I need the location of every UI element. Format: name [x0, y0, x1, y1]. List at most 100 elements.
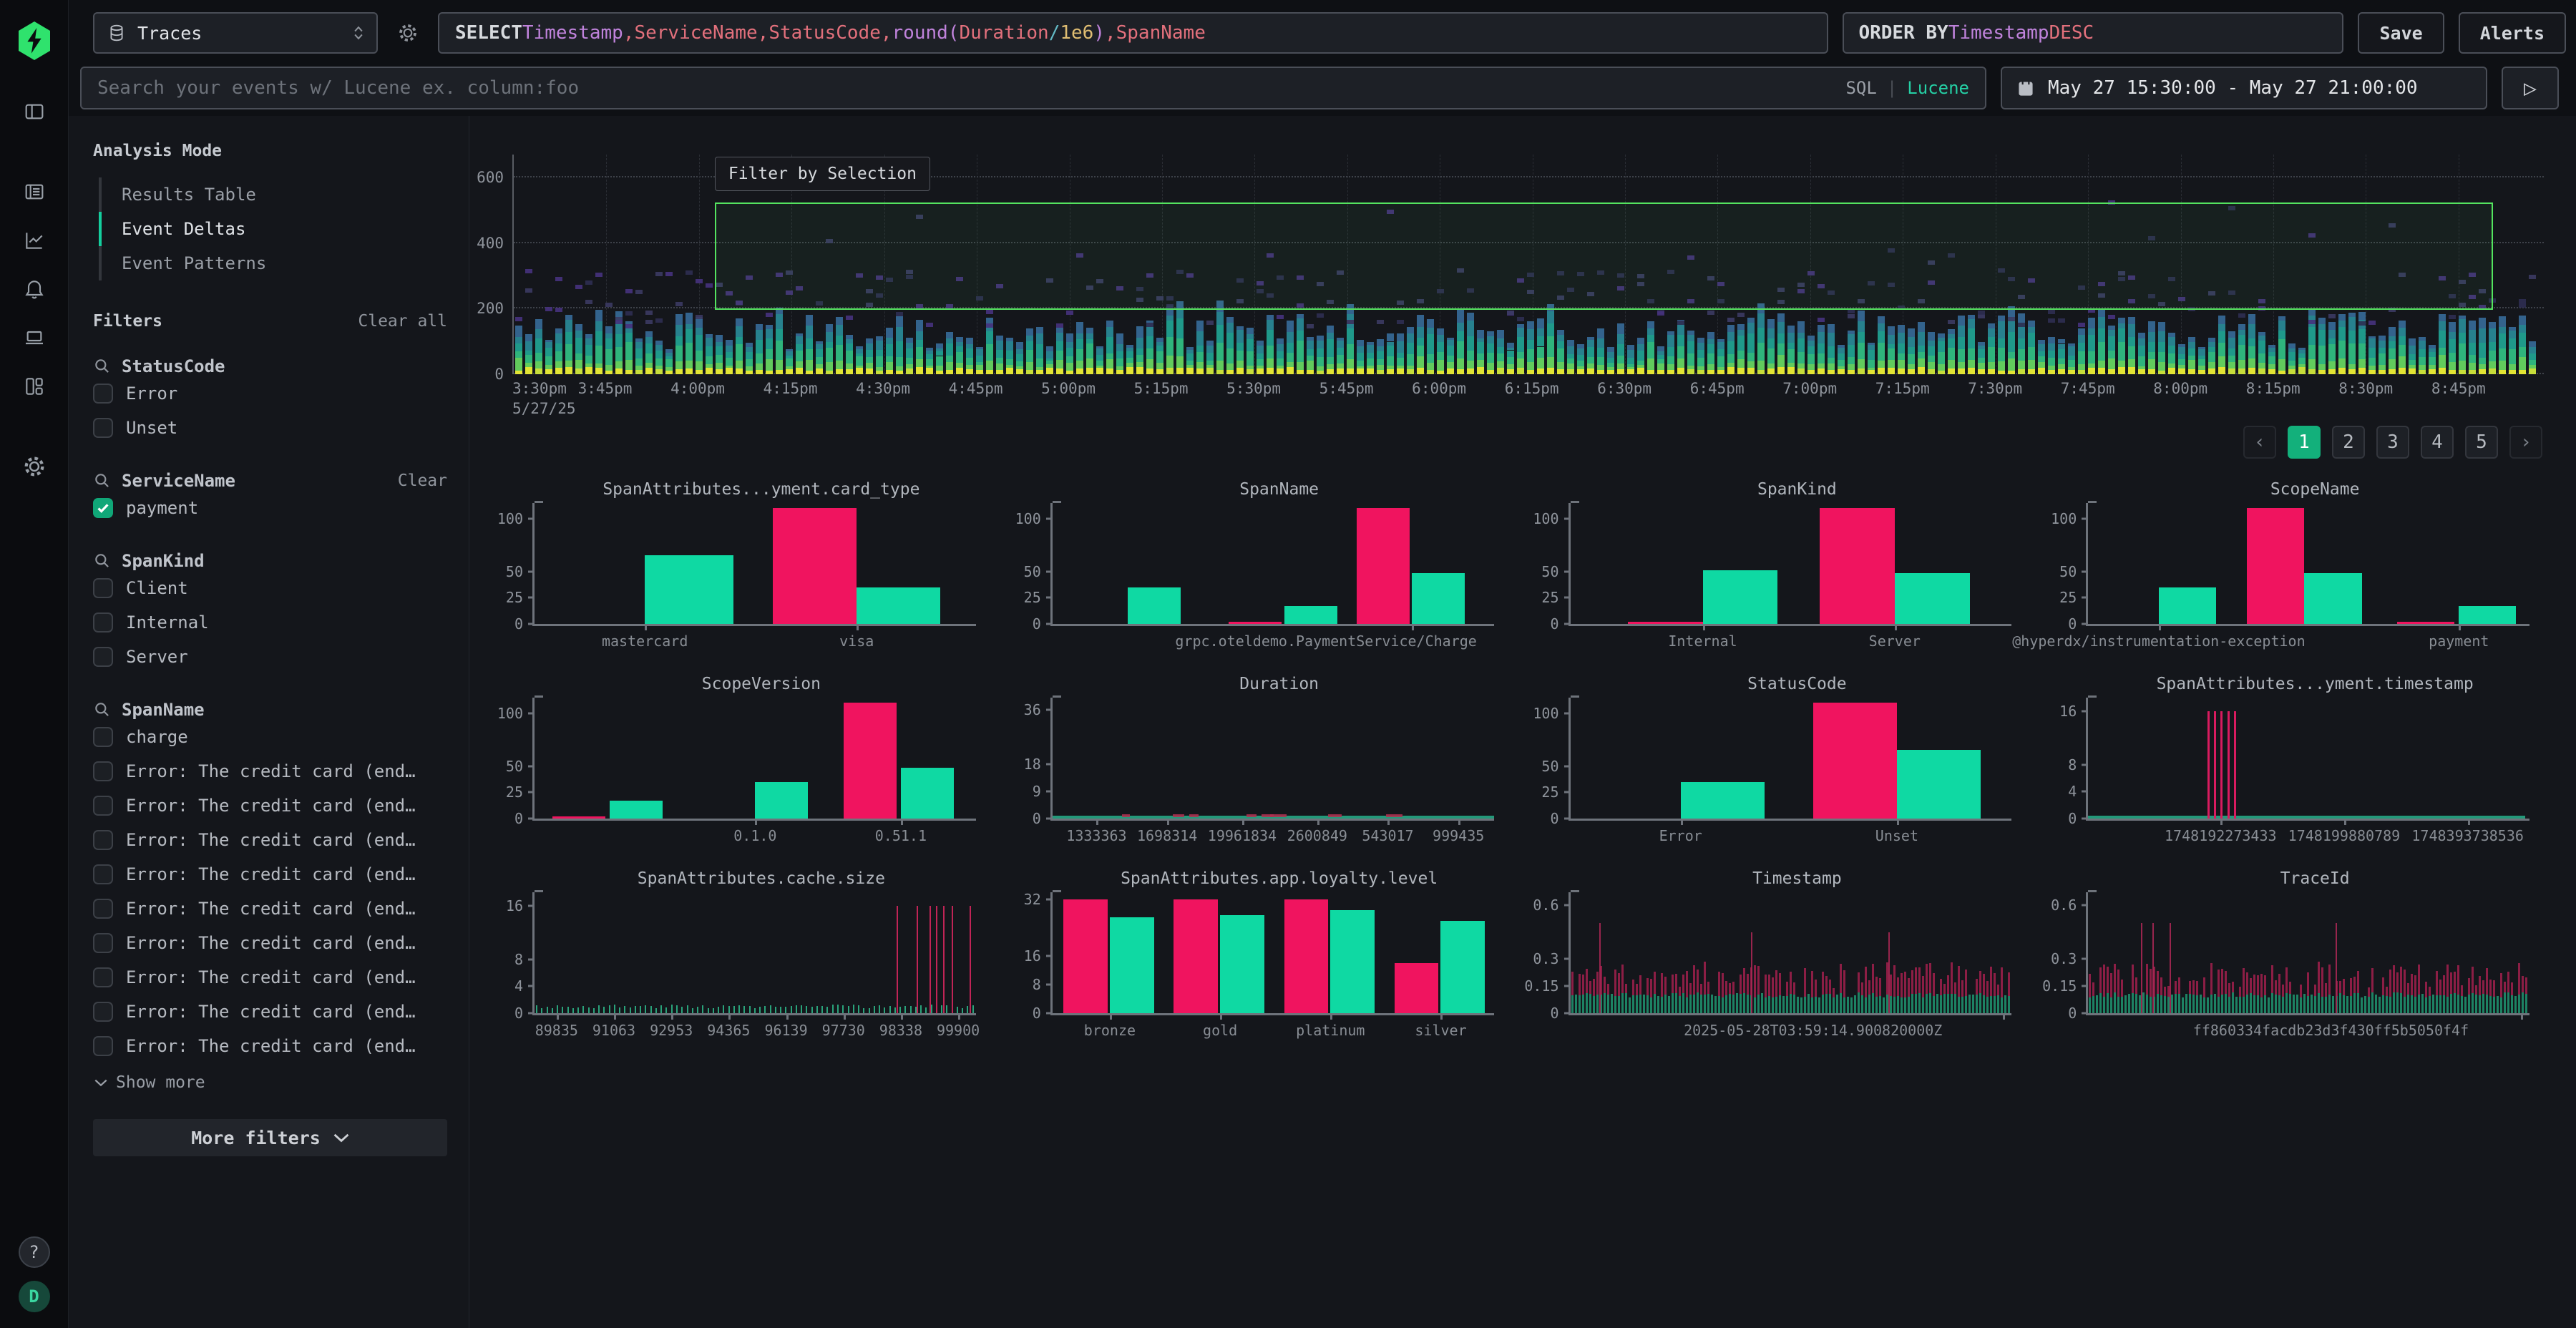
search-logs-icon[interactable] — [14, 172, 54, 212]
checkbox[interactable] — [93, 384, 113, 404]
clear-filter-link[interactable]: Clear — [398, 472, 447, 490]
y-tick — [2082, 623, 2088, 625]
filter-option[interactable]: Error — [93, 376, 454, 411]
app-logo-icon[interactable] — [14, 19, 55, 63]
checkbox[interactable] — [93, 967, 113, 987]
heatmap-canvas[interactable]: 0200400600Filter by Selection — [512, 155, 2544, 374]
pagination-page-2[interactable]: 2 — [2332, 426, 2365, 459]
filter-option[interactable]: Client — [93, 571, 454, 605]
checkbox[interactable] — [93, 418, 113, 438]
show-more-link[interactable]: Show more — [94, 1073, 454, 1092]
gen-mark — [2429, 996, 2431, 1013]
analysis-mode-item[interactable]: Event Patterns — [99, 246, 454, 280]
checkbox[interactable] — [93, 933, 113, 953]
dashboards-icon[interactable] — [14, 366, 54, 406]
heatmap-cell — [1116, 351, 1123, 358]
clear-all-filters-link[interactable]: Clear all — [358, 312, 447, 331]
checkbox[interactable] — [93, 761, 113, 781]
heatmap-cell — [806, 349, 813, 360]
checkbox[interactable] — [93, 578, 113, 598]
date-range-picker[interactable]: May 27 15:30:00 - May 27 21:00:00 — [2001, 67, 2487, 109]
selection-rectangle[interactable] — [715, 202, 2493, 310]
y-tick — [2082, 570, 2088, 572]
alerts-bell-icon[interactable] — [14, 269, 54, 309]
heatmap-cell — [1307, 349, 1314, 356]
pagination-page-4[interactable]: 4 — [2421, 426, 2454, 459]
gen-mark — [640, 1006, 641, 1013]
heatmap-cell — [2048, 351, 2055, 358]
checkbox[interactable] — [93, 830, 113, 850]
toggle-lucene[interactable]: Lucene — [1907, 78, 1969, 98]
gen-mark — [2472, 967, 2474, 992]
checkbox[interactable] — [93, 647, 113, 667]
analysis-mode-item[interactable]: Event Deltas — [99, 212, 454, 246]
filter-option[interactable]: Unset — [93, 411, 454, 445]
run-query-button[interactable]: ▷ — [2502, 67, 2559, 109]
heatmap-cell — [2439, 355, 2446, 368]
source-settings-gear-icon[interactable] — [392, 17, 424, 49]
filter-option[interactable]: charge — [93, 720, 454, 754]
gen-mark — [702, 1005, 703, 1013]
heatmap-cell — [2499, 348, 2506, 361]
heatmap-cell — [2258, 336, 2265, 341]
checkbox[interactable] — [93, 1002, 113, 1022]
filter-option[interactable]: payment — [93, 491, 454, 525]
filter-option[interactable]: Server — [93, 640, 454, 674]
settings-gear-icon[interactable] — [14, 446, 54, 487]
checkbox[interactable] — [93, 864, 113, 884]
search-icon[interactable] — [93, 700, 112, 719]
source-select[interactable]: Traces — [93, 12, 378, 54]
checkbox[interactable] — [93, 498, 113, 518]
filter-option[interactable]: Error: The credit card (end… — [93, 995, 454, 1029]
sessions-laptop-icon[interactable] — [14, 318, 54, 358]
checkbox[interactable] — [93, 727, 113, 747]
user-avatar[interactable]: D — [19, 1281, 50, 1312]
filter-by-selection-tooltip[interactable]: Filter by Selection — [715, 157, 930, 191]
pagination-page-3[interactable]: 3 — [2376, 426, 2409, 459]
filter-option[interactable]: Error: The credit card (end… — [93, 892, 454, 926]
heatmap-cell — [2248, 314, 2255, 324]
alerts-button[interactable]: Alerts — [2459, 12, 2566, 54]
analysis-mode-item[interactable]: Results Table — [99, 177, 454, 212]
filter-option[interactable]: Internal — [93, 605, 454, 640]
more-filters-button[interactable]: More filters — [93, 1119, 447, 1156]
filter-option[interactable]: Error: The credit card (end… — [93, 1029, 454, 1063]
chevron-updown-icon — [353, 25, 364, 41]
checkbox[interactable] — [93, 899, 113, 919]
filter-option[interactable]: Error: The credit card (end… — [93, 754, 454, 788]
chart-explorer-icon[interactable] — [14, 220, 54, 260]
heatmap-cell — [1727, 332, 1735, 341]
x-tick — [1110, 1013, 1112, 1020]
save-button[interactable]: Save — [2358, 12, 2444, 54]
heatmap-cell — [2368, 348, 2376, 358]
filter-option[interactable]: Error: The credit card (end… — [93, 788, 454, 823]
search-icon[interactable] — [93, 552, 112, 570]
checkbox[interactable] — [93, 612, 113, 633]
heatmap-cell — [575, 353, 582, 360]
filter-option[interactable]: Error: The credit card (end… — [93, 823, 454, 857]
checkbox[interactable] — [93, 1036, 113, 1056]
sidebar-toggle-icon[interactable] — [14, 92, 54, 132]
filter-option[interactable]: Error: The credit card (end… — [93, 960, 454, 995]
toggle-sql[interactable]: SQL — [1845, 78, 1876, 98]
help-button[interactable]: ? — [19, 1236, 50, 1268]
gen-mark — [2257, 995, 2259, 1013]
filter-option[interactable]: Error: The credit card (end… — [93, 857, 454, 892]
heatmap-cell — [1046, 358, 1053, 361]
gen-mark — [2450, 994, 2452, 1013]
heatmap-cell — [2198, 347, 2205, 349]
filter-option[interactable]: Error: The credit card (end… — [93, 926, 454, 960]
checkbox[interactable] — [93, 796, 113, 816]
pagination-page-5[interactable]: 5 — [2465, 426, 2498, 459]
pagination-prev-button[interactable]: ‹ — [2243, 426, 2276, 459]
sql-select-input[interactable]: SELECT Timestamp,ServiceName,StatusCode,… — [438, 12, 1828, 54]
heatmap-cell — [1437, 352, 1444, 360]
pagination-page-1[interactable]: 1 — [2288, 426, 2321, 459]
sql-orderby-input[interactable]: ORDER BY Timestamp DESC — [1843, 12, 2343, 54]
heatmap-cell — [1998, 348, 2005, 361]
search-icon[interactable] — [93, 472, 112, 490]
gen-mark — [2346, 996, 2348, 1013]
pagination-next-button[interactable]: › — [2509, 426, 2542, 459]
search-input[interactable] — [97, 77, 1833, 99]
search-icon[interactable] — [93, 357, 112, 376]
